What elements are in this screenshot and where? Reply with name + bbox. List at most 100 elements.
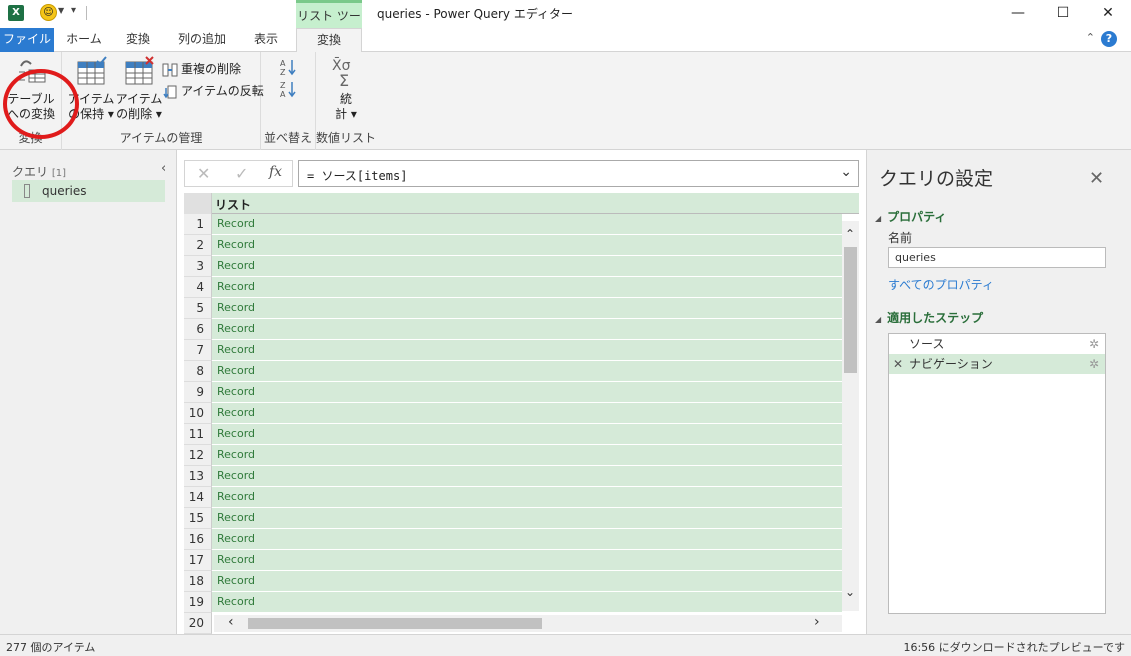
- close-settings-icon[interactable]: ✕: [1089, 168, 1104, 189]
- row-number[interactable]: 19: [184, 592, 212, 613]
- row-number[interactable]: 1: [184, 214, 212, 235]
- row-number[interactable]: 10: [184, 403, 212, 424]
- table-row[interactable]: 9 Record: [184, 382, 842, 403]
- table-row[interactable]: 13 Record: [184, 466, 842, 487]
- close-button[interactable]: ✕: [1085, 2, 1131, 24]
- table-row[interactable]: 8 Record: [184, 361, 842, 382]
- record-link-cell[interactable]: Record: [212, 235, 842, 256]
- table-row[interactable]: 4 Record: [184, 277, 842, 298]
- query-name-input[interactable]: queries: [888, 247, 1106, 268]
- horizontal-scroll-thumb[interactable]: [248, 618, 542, 629]
- collapse-pane-icon[interactable]: ‹: [161, 161, 166, 176]
- tab-view[interactable]: 表示: [242, 28, 290, 52]
- record-link-cell[interactable]: Record: [212, 424, 842, 445]
- record-link-cell[interactable]: Record: [212, 487, 842, 508]
- row-number[interactable]: 8: [184, 361, 212, 382]
- scroll-left-icon[interactable]: ‹: [228, 614, 234, 630]
- record-link-cell[interactable]: Record: [212, 382, 842, 403]
- tab-add-column[interactable]: 列の追加: [166, 28, 238, 52]
- record-link-cell[interactable]: Record: [212, 256, 842, 277]
- table-row[interactable]: 18 Record: [184, 571, 842, 592]
- minimize-button[interactable]: —: [995, 2, 1041, 24]
- record-link-cell[interactable]: Record: [212, 571, 842, 592]
- applied-steps-header[interactable]: ◢ 適用したステップ: [875, 309, 983, 326]
- customize-quick-access-icon[interactable]: ▾: [71, 5, 76, 16]
- row-number[interactable]: 6: [184, 319, 212, 340]
- tab-transform[interactable]: 変換: [114, 28, 162, 52]
- tab-list-transform[interactable]: 変換: [296, 28, 362, 53]
- formula-bar[interactable]: = ソース[items] ⌄: [298, 160, 859, 187]
- properties-header[interactable]: ◢ プロパティ: [875, 208, 946, 225]
- select-all-corner[interactable]: [184, 193, 212, 214]
- record-link-cell[interactable]: Record: [212, 550, 842, 571]
- table-row[interactable]: 6 Record: [184, 319, 842, 340]
- table-row[interactable]: 17 Record: [184, 550, 842, 571]
- scroll-right-icon[interactable]: ›: [814, 614, 820, 630]
- remove-items-button[interactable]: アイテム の削除 ▾: [114, 56, 164, 122]
- record-link-cell[interactable]: Record: [212, 340, 842, 361]
- vertical-scroll-thumb[interactable]: [844, 247, 857, 373]
- formula-text[interactable]: = ソース[items]: [307, 167, 407, 184]
- record-link-cell[interactable]: Record: [212, 319, 842, 340]
- record-link-cell[interactable]: Record: [212, 214, 842, 235]
- row-number[interactable]: 9: [184, 382, 212, 403]
- row-number[interactable]: 12: [184, 445, 212, 466]
- row-number[interactable]: 4: [184, 277, 212, 298]
- collapse-ribbon-icon[interactable]: ⌃: [1086, 31, 1095, 44]
- maximize-button[interactable]: ☐: [1040, 2, 1086, 24]
- remove-duplicates-button[interactable]: 重複の削除: [162, 60, 241, 77]
- row-number[interactable]: 7: [184, 340, 212, 361]
- table-row[interactable]: 7 Record: [184, 340, 842, 361]
- smiley-dropdown-icon[interactable]: ▼: [58, 6, 64, 15]
- row-number[interactable]: 5: [184, 298, 212, 319]
- table-row[interactable]: 3 Record: [184, 256, 842, 277]
- record-link-cell[interactable]: Record: [212, 529, 842, 550]
- row-number[interactable]: 16: [184, 529, 212, 550]
- tab-file[interactable]: ファイル: [0, 28, 54, 52]
- record-link-cell[interactable]: Record: [212, 277, 842, 298]
- help-icon[interactable]: ?: [1101, 31, 1117, 47]
- row-number[interactable]: 17: [184, 550, 212, 571]
- table-row[interactable]: 14 Record: [184, 487, 842, 508]
- query-item[interactable]: queries: [12, 180, 165, 202]
- table-row[interactable]: 2 Record: [184, 235, 842, 256]
- table-row[interactable]: 10 Record: [184, 403, 842, 424]
- row-number[interactable]: 15: [184, 508, 212, 529]
- row-number[interactable]: 18: [184, 571, 212, 592]
- table-row[interactable]: 5 Record: [184, 298, 842, 319]
- table-row[interactable]: 16 Record: [184, 529, 842, 550]
- reverse-items-button[interactable]: アイテムの反転: [162, 82, 264, 99]
- statistics-button[interactable]: X̄σ Σ 統 計 ▾: [324, 56, 368, 122]
- row-number[interactable]: 11: [184, 424, 212, 445]
- expand-formula-icon[interactable]: ⌄: [840, 164, 852, 180]
- row-number[interactable]: 14: [184, 487, 212, 508]
- record-link-cell[interactable]: Record: [212, 592, 842, 613]
- fx-icon[interactable]: fx: [269, 164, 282, 180]
- horizontal-scrollbar[interactable]: ‹ ›: [214, 614, 842, 632]
- row-number[interactable]: 3: [184, 256, 212, 277]
- step-navigation[interactable]: ✕ ナビゲーション ✲: [889, 354, 1105, 374]
- column-header-list[interactable]: リスト: [215, 196, 251, 213]
- record-link-cell[interactable]: Record: [212, 466, 842, 487]
- gear-icon[interactable]: ✲: [1089, 354, 1099, 374]
- smiley-icon[interactable]: ☺: [40, 4, 57, 21]
- cancel-formula-button[interactable]: ✕: [197, 164, 210, 183]
- gear-icon[interactable]: ✲: [1089, 334, 1099, 354]
- delete-step-icon[interactable]: ✕: [893, 354, 903, 374]
- table-row[interactable]: 15 Record: [184, 508, 842, 529]
- record-link-cell[interactable]: Record: [212, 298, 842, 319]
- sort-ascending-button[interactable]: A Z: [279, 58, 297, 79]
- table-row[interactable]: 1 Record: [184, 214, 842, 235]
- scroll-down-icon[interactable]: ⌄: [845, 585, 855, 599]
- row-number[interactable]: 20: [184, 613, 212, 634]
- table-row[interactable]: 11 Record: [184, 424, 842, 445]
- tab-home[interactable]: ホーム: [58, 28, 110, 52]
- all-properties-link[interactable]: すべてのプロパティ: [888, 276, 994, 293]
- vertical-scrollbar[interactable]: ⌃ ⌄: [842, 221, 859, 611]
- sort-descending-button[interactable]: Z A: [279, 80, 297, 101]
- scroll-up-icon[interactable]: ⌃: [845, 227, 855, 241]
- row-number[interactable]: 2: [184, 235, 212, 256]
- record-link-cell[interactable]: Record: [212, 445, 842, 466]
- table-row[interactable]: 12 Record: [184, 445, 842, 466]
- table-row[interactable]: 19 Record: [184, 592, 842, 613]
